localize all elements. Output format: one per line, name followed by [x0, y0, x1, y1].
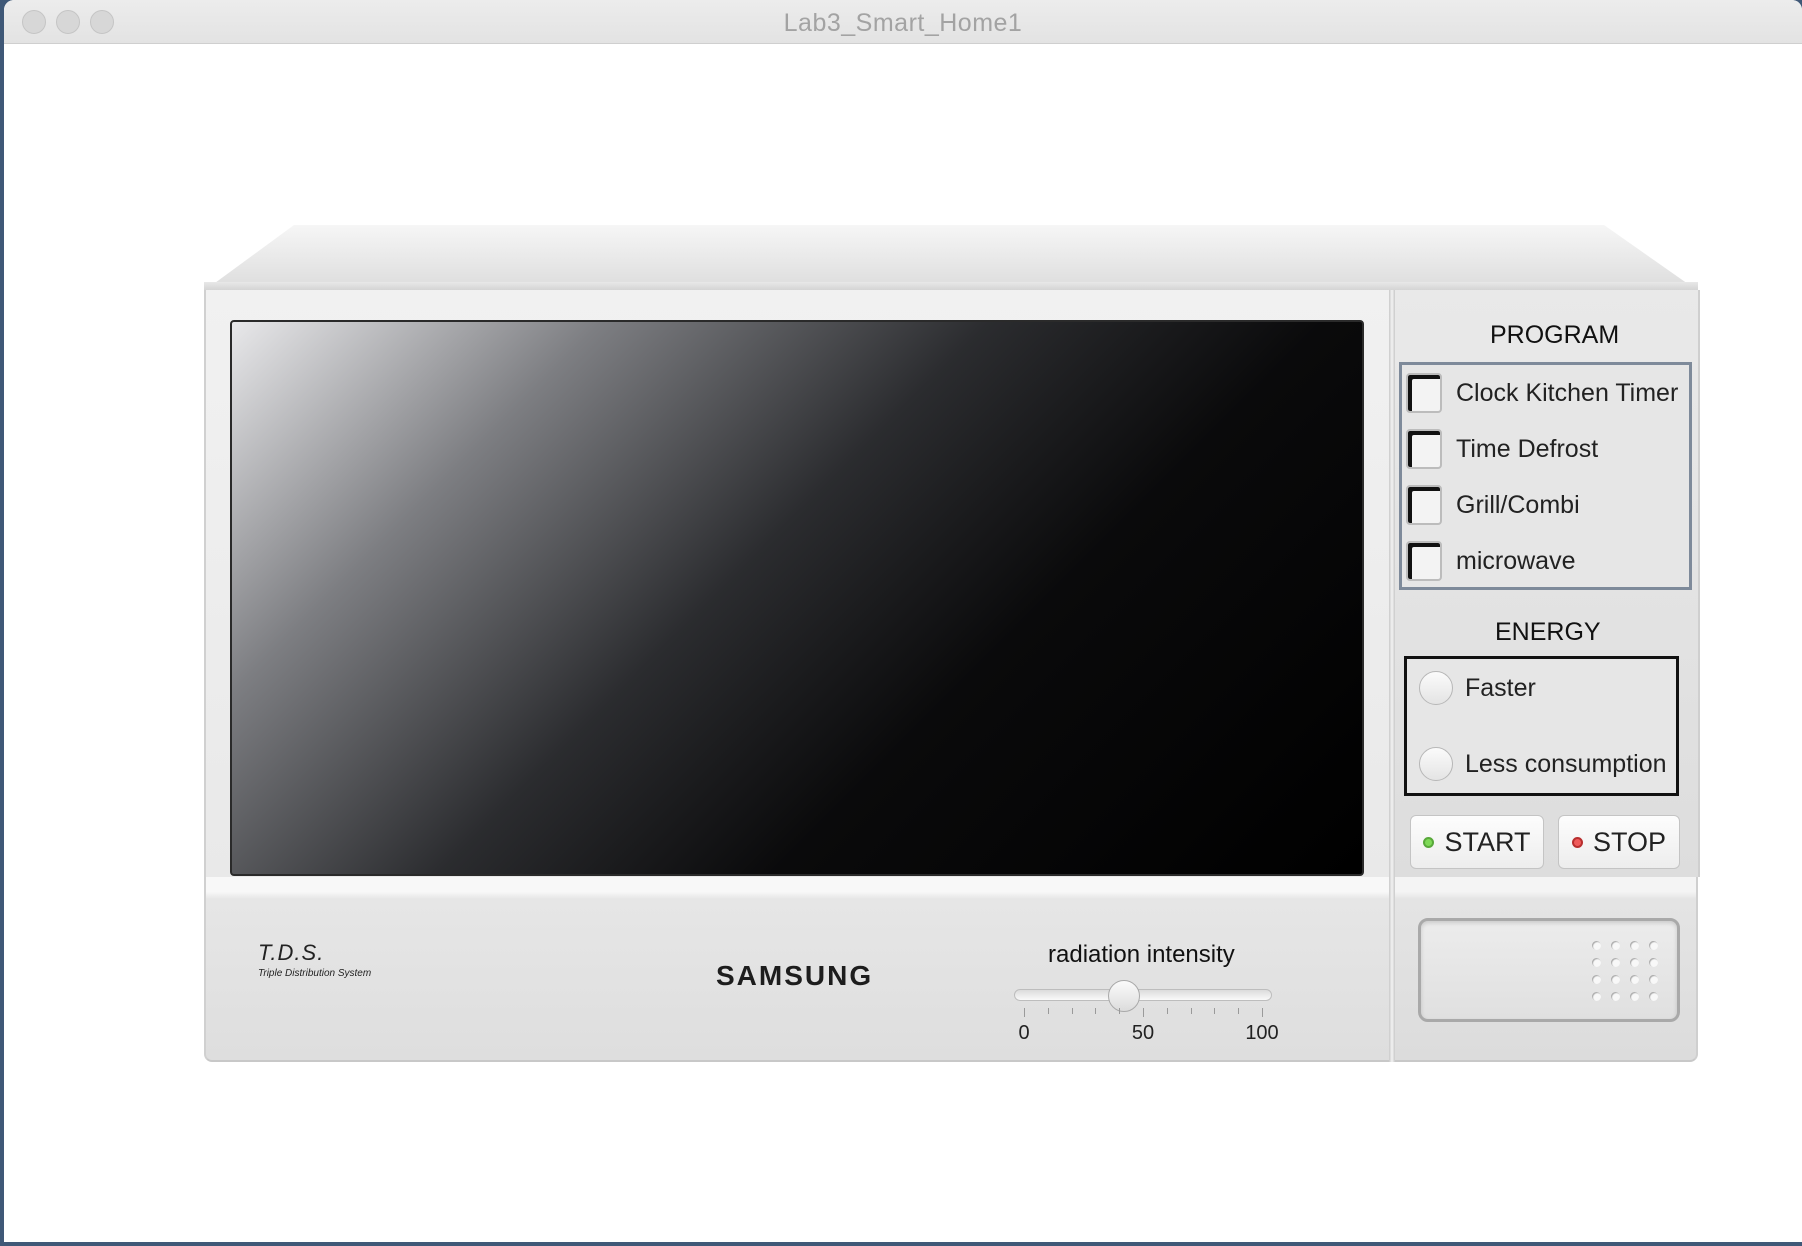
energy-title: ENERGY: [1495, 618, 1601, 646]
stop-indicator-icon: [1571, 836, 1583, 848]
program-option-microwave[interactable]: microwave: [1406, 538, 1575, 584]
stop-button[interactable]: STOP: [1558, 815, 1680, 869]
program-option-time-defrost[interactable]: Time Defrost: [1406, 426, 1598, 472]
speaker-grille: [1592, 941, 1664, 1005]
slider-tick: [1024, 1008, 1025, 1017]
tds-logo-text: T.D.S.: [258, 940, 325, 965]
slider-tick: [1238, 1008, 1240, 1014]
radiation-intensity-label: radiation intensity: [1048, 941, 1235, 968]
program-option-grill-combi[interactable]: Grill/Combi: [1406, 482, 1580, 528]
radio-button[interactable]: [1419, 747, 1453, 781]
radiation-intensity-slider-track[interactable]: [1014, 989, 1272, 1001]
program-option-clock-kitchen-timer[interactable]: Clock Kitchen Timer: [1406, 370, 1678, 416]
program-option-label: Clock Kitchen Timer: [1456, 378, 1679, 407]
tds-logo: T.D.S. Triple Distribution System: [258, 940, 371, 979]
program-option-label: Grill/Combi: [1456, 490, 1580, 519]
tds-logo-subtitle: Triple Distribution System: [258, 968, 372, 979]
window-title: Lab3_Smart_Home1: [783, 9, 1023, 37]
radiation-intensity-slider-thumb[interactable]: [1107, 980, 1140, 1012]
slider-tick: [1190, 1008, 1192, 1014]
energy-option-label: Faster: [1465, 673, 1536, 702]
slider-tick: [1262, 1008, 1263, 1017]
energy-option-label: Less consumption: [1465, 749, 1667, 778]
slider-tick-label: 100: [1245, 1022, 1279, 1044]
slider-tick: [1143, 1008, 1144, 1017]
checkbox[interactable]: [1406, 485, 1442, 525]
slider-tick: [1071, 1008, 1073, 1014]
microwave-door-window: [230, 320, 1364, 876]
checkbox[interactable]: [1406, 429, 1442, 469]
stop-button-label: STOP: [1592, 826, 1667, 857]
slider-tick: [1214, 1008, 1216, 1014]
program-option-label: microwave: [1456, 546, 1576, 575]
brand-logo: SAMSUNG: [716, 960, 874, 991]
program-option-label: Time Defrost: [1456, 434, 1599, 463]
title-bar: Lab3_Smart_Home1: [4, 0, 1802, 44]
slider-tick: [1047, 1008, 1049, 1014]
slider-tick-label: 0: [1018, 1022, 1030, 1044]
energy-option-less-consumption[interactable]: Less consumption: [1419, 747, 1667, 781]
radio-button[interactable]: [1419, 671, 1453, 705]
start-button[interactable]: START: [1410, 815, 1544, 869]
start-indicator-icon: [1423, 836, 1435, 848]
checkbox[interactable]: [1406, 373, 1442, 413]
program-group: Clock Kitchen Timer Time Defrost Grill/C…: [1399, 362, 1692, 590]
slider-tick-label: 50: [1131, 1022, 1155, 1044]
checkbox[interactable]: [1406, 541, 1442, 581]
start-button-label: START: [1444, 826, 1531, 857]
program-title: PROGRAM: [1490, 321, 1620, 349]
slider-tick: [1119, 1008, 1121, 1014]
slider-tick: [1166, 1008, 1168, 1014]
energy-group: Faster Less consumption: [1404, 656, 1679, 796]
energy-option-faster[interactable]: Faster: [1419, 671, 1536, 705]
slider-tick: [1095, 1008, 1097, 1014]
